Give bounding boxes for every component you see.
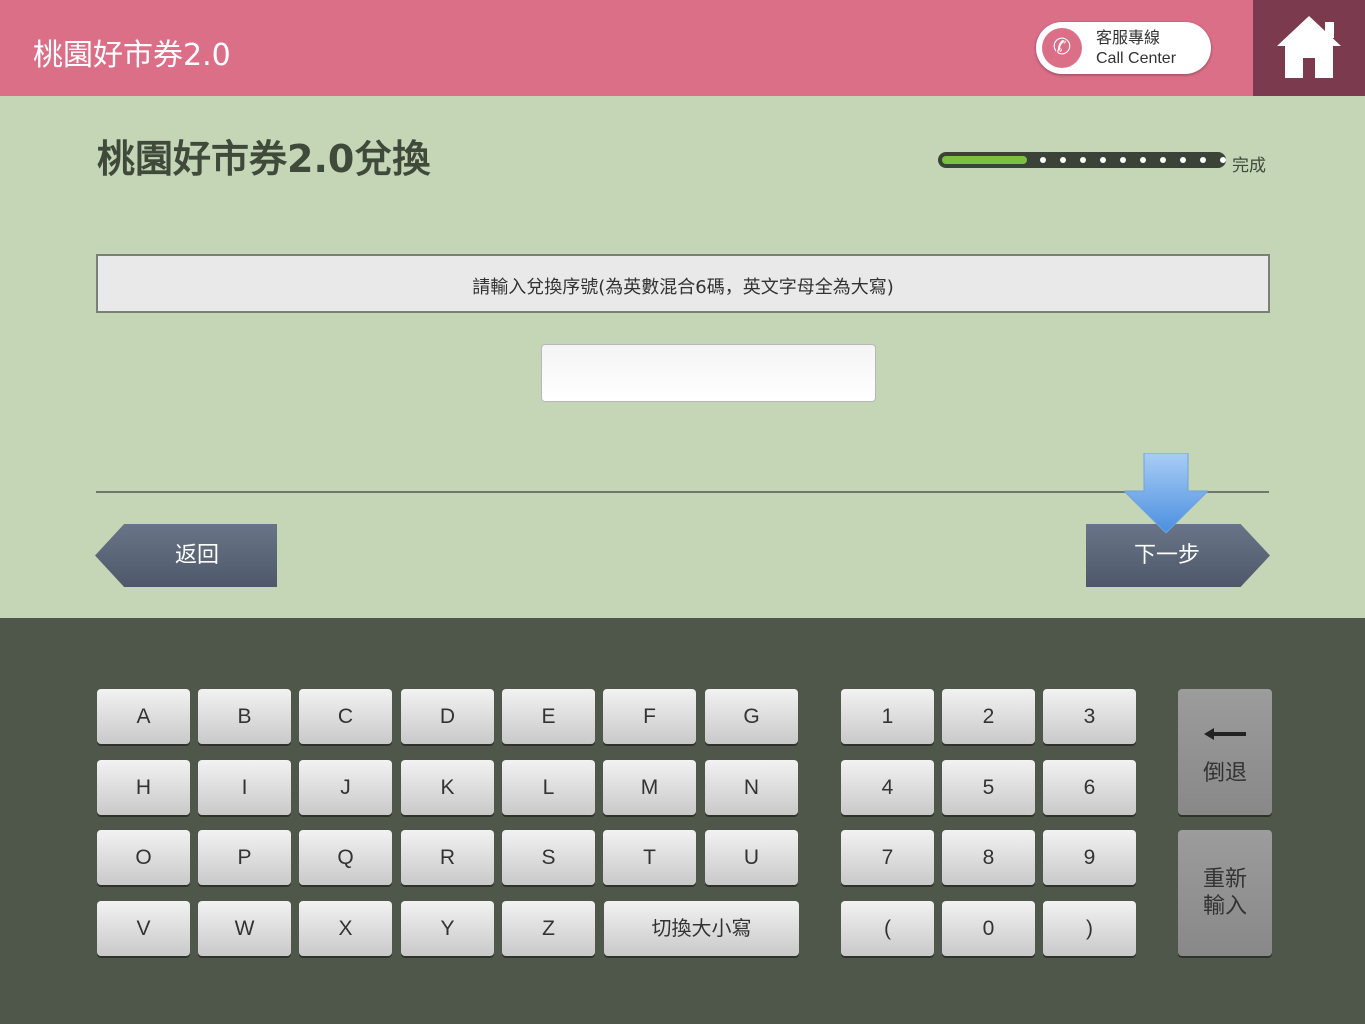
key-d[interactable]: D — [401, 689, 494, 744]
progress-step-dot — [1120, 157, 1126, 163]
left-arrow-icon — [1204, 728, 1246, 740]
key-e[interactable]: E — [502, 689, 595, 744]
progress-fill — [942, 156, 1027, 164]
phone-icon: ✆ — [1042, 28, 1082, 68]
key-o[interactable]: O — [97, 830, 190, 885]
key-1[interactable]: 1 — [841, 689, 934, 744]
switch-case-key[interactable]: 切換大小寫 — [604, 901, 799, 956]
progress-step-dot — [1200, 157, 1206, 163]
app-title: 桃園好市券2.0 — [33, 38, 231, 73]
home-button[interactable] — [1253, 0, 1365, 96]
key-h[interactable]: H — [97, 760, 190, 815]
progress-step-dot — [1160, 157, 1166, 163]
progress-step-dot — [1180, 157, 1186, 163]
key-7[interactable]: 7 — [841, 830, 934, 885]
key-u[interactable]: U — [705, 830, 798, 885]
key-k[interactable]: K — [401, 760, 494, 815]
key-g[interactable]: G — [705, 689, 798, 744]
key-c[interactable]: C — [299, 689, 392, 744]
progress-step-dot — [1080, 157, 1086, 163]
reset-label-line2: 輸入 — [1202, 894, 1247, 919]
progress-step-dot — [1040, 157, 1046, 163]
key-p[interactable]: P — [198, 830, 291, 885]
home-icon — [1277, 16, 1341, 78]
key-t[interactable]: T — [603, 830, 696, 885]
key-3[interactable]: 3 — [1043, 689, 1136, 744]
down-arrow-icon — [1124, 453, 1208, 533]
key-b[interactable]: B — [198, 689, 291, 744]
progress-step-dot — [1060, 157, 1066, 163]
back-button[interactable]: 返回 — [95, 524, 277, 587]
header-bar: 桃園好市券2.0 ✆ 客服專線 Call Center — [0, 0, 1365, 96]
key-s[interactable]: S — [502, 830, 595, 885]
key-a[interactable]: A — [97, 689, 190, 744]
key-9[interactable]: 9 — [1043, 830, 1136, 885]
page-title: 桃園好市券2.0兌換 — [97, 137, 431, 181]
keyboard-panel — [0, 618, 1365, 1024]
reset-label: 重新 輸入 — [1178, 866, 1272, 920]
key-5[interactable]: 5 — [942, 760, 1035, 815]
key-2[interactable]: 2 — [942, 689, 1035, 744]
key-n[interactable]: N — [705, 760, 798, 815]
key-8[interactable]: 8 — [942, 830, 1035, 885]
key-x[interactable]: X — [299, 901, 392, 956]
backspace-label: 倒退 — [1202, 761, 1247, 786]
reset-input-key[interactable]: 重新 輸入 — [1178, 830, 1272, 956]
key-v[interactable]: V — [97, 901, 190, 956]
call-center-label-zh: 客服專線 — [1096, 28, 1161, 47]
key-w[interactable]: W — [198, 901, 291, 956]
key-q[interactable]: Q — [299, 830, 392, 885]
redeem-code-input[interactable] — [541, 344, 876, 402]
instruction-text: 請輸入兌換序號(為英數混合6碼，英文字母全為大寫) — [472, 277, 894, 298]
key-6[interactable]: 6 — [1043, 760, 1136, 815]
call-center-label-en: Call Center — [1096, 50, 1177, 67]
key-4[interactable]: 4 — [841, 760, 934, 815]
next-button[interactable]: 下一步 — [1086, 524, 1270, 587]
key-r[interactable]: R — [401, 830, 494, 885]
progress-step-dot — [1220, 157, 1226, 163]
instruction-box: 請輸入兌換序號(為英數混合6碼，英文字母全為大寫) — [96, 254, 1270, 313]
progress-label: 完成 — [1232, 156, 1266, 176]
key-l[interactable]: L — [502, 760, 595, 815]
key-i[interactable]: I — [198, 760, 291, 815]
call-center-button[interactable]: ✆ 客服專線 Call Center — [1036, 22, 1211, 74]
key-f[interactable]: F — [603, 689, 696, 744]
key-y[interactable]: Y — [401, 901, 494, 956]
reset-label-line1: 重新 — [1202, 867, 1247, 892]
key-j[interactable]: J — [299, 760, 392, 815]
key-close-paren[interactable]: ) — [1043, 901, 1136, 956]
key-0[interactable]: 0 — [942, 901, 1035, 956]
key-open-paren[interactable]: ( — [841, 901, 934, 956]
progress-step-dot — [1140, 157, 1146, 163]
key-m[interactable]: M — [603, 760, 696, 815]
progress-step-dot — [1100, 157, 1106, 163]
key-z[interactable]: Z — [502, 901, 595, 956]
divider — [96, 491, 1269, 493]
backspace-key[interactable]: 倒退 — [1178, 689, 1272, 815]
progress-bar — [938, 152, 1226, 168]
